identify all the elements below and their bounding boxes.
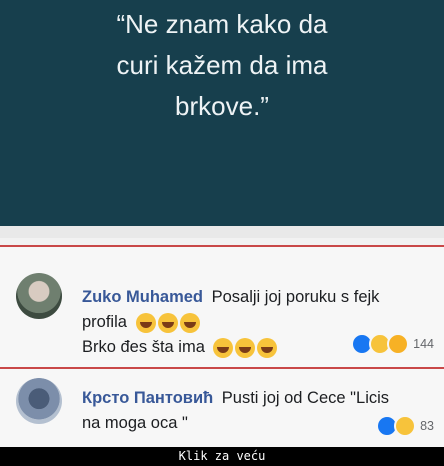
reaction-summary[interactable]: 83 [376,415,434,437]
laugh-icon [257,337,278,358]
comment-item: Zuko Muhamed Posalji joj poruku s fejk p… [0,245,444,369]
laugh-icon [135,312,156,333]
quote-line: brkove.” [175,91,269,121]
quote-text: “Ne znam kako da curi kažem da ima brkov… [0,4,444,127]
quote-panel: “Ne znam kako da curi kažem da ima brkov… [0,0,444,226]
laugh-emoji-row [135,310,202,335]
quote-line: curi kažem da ima [116,50,328,80]
laugh-icon [213,337,234,358]
laugh-icon [179,312,200,333]
avatar[interactable] [16,273,62,319]
avatar[interactable] [16,378,62,424]
comment-item: Крсто Пантовић Pusti joj od Cece "Licis … [0,367,444,449]
comment-text: Posalji joj poruku s fejk [211,288,380,306]
comment-text: na moga oca " [82,414,188,432]
click-for-larger-link[interactable]: Klik za veću [0,447,444,466]
quote-line: “Ne znam kako da [116,9,328,39]
reaction-summary[interactable]: 144 [351,333,434,355]
wow-reaction-icon [387,333,410,355]
comment-text: profila [82,313,127,331]
separator-gap [0,226,444,238]
author-name[interactable]: Zuko Muhamed [82,288,203,306]
comment-text: Pusti joj od Cece "Licis [221,389,390,407]
haha-reaction-icon [394,415,417,437]
reaction-count: 83 [420,419,434,433]
reaction-count: 144 [413,337,434,351]
laugh-icon [157,312,178,333]
laugh-icon [235,337,256,358]
laugh-emoji-row [213,335,279,360]
author-name[interactable]: Крсто Пантовић [82,389,213,407]
comment-text: Brko đes šta ima [82,338,205,357]
